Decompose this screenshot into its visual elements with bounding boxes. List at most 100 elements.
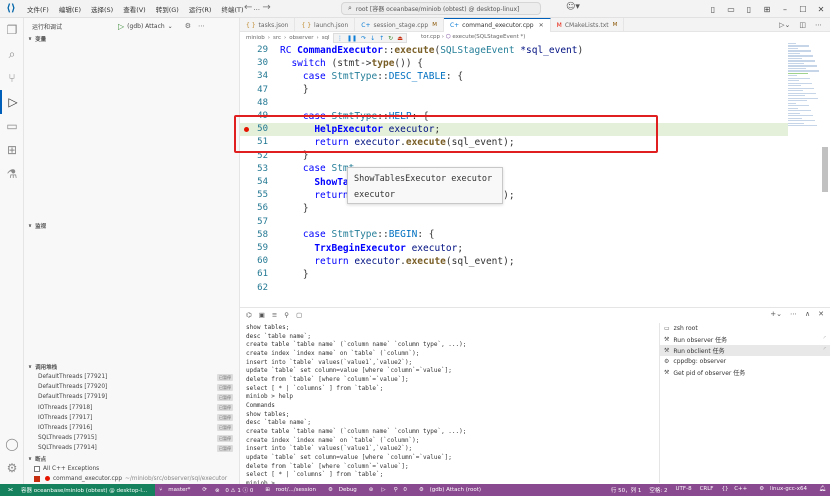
target-icon[interactable]: ⊛ <box>365 487 378 493</box>
branch-status[interactable]: ⑂ master* <box>155 487 198 493</box>
breadcrumb-item[interactable]: miniob <box>246 35 265 41</box>
close-icon[interactable]: ✕ <box>812 5 830 14</box>
code-line[interactable]: 62 <box>240 281 788 294</box>
step-over-icon[interactable]: ↷ <box>361 35 366 42</box>
command-center[interactable]: ⌕ root [容器 oceanbase/miniob (obtest) @ d… <box>341 2 541 15</box>
remote-explorer-icon[interactable]: ▭ <box>0 114 24 138</box>
thread-row[interactable]: SQLThreads [77915] 已暂停 <box>24 433 239 443</box>
debug-console-tab-icon[interactable]: ▣ <box>259 311 265 319</box>
open-launch-json-gear-icon[interactable]: ⚙ <box>185 22 191 30</box>
code-line[interactable]: 34 case StmtType::DESC_TABLE: { <box>240 70 788 83</box>
editor-scrollbar[interactable] <box>822 147 828 192</box>
section-watch[interactable]: ∨ 监视 <box>24 221 239 231</box>
code-line[interactable]: 48 <box>240 96 788 109</box>
manage-gear-icon[interactable]: ⚙ <box>0 456 24 480</box>
code-editor[interactable]: 29 RC CommandExecutor::execute(SQLStageEv… <box>240 43 830 307</box>
code-line[interactable]: 52 } <box>240 149 788 162</box>
code-line[interactable]: 30 switch (stmt->type()) { <box>240 57 788 70</box>
editor-tab[interactable]: C+ session_stage.cpp M <box>355 18 444 32</box>
testing-icon[interactable]: ⚗ <box>0 162 24 186</box>
chevron-down-icon[interactable]: ⌄ <box>168 23 173 30</box>
breakpoint-icon[interactable] <box>244 126 249 132</box>
more-actions-icon[interactable]: ⋯ <box>815 21 822 29</box>
checkbox[interactable] <box>34 465 40 472</box>
terminal-output[interactable]: show tables; desc `table name`; create t… <box>246 324 656 484</box>
back-arrow-icon[interactable]: ← <box>244 2 252 13</box>
account-icon[interactable]: ◯ <box>0 432 24 456</box>
layout-panel-icon[interactable]: ▭ <box>722 5 740 14</box>
debug-config-selector[interactable]: ▷ (gdb) Attach ⌄ <box>118 22 173 31</box>
extensions-icon[interactable]: ⊞ <box>0 138 24 162</box>
session-status[interactable]: ⊞ root/.../session <box>261 487 324 493</box>
thread-row[interactable]: DefaultThreads [77921] 已暂停 <box>24 372 239 382</box>
menu-item[interactable]: 文件(F) <box>22 4 54 14</box>
terminal-session[interactable]: ⚒ Get pid of observer 任务 <box>660 367 830 378</box>
code-line[interactable]: 55 return executor.execute(sql_event); <box>240 189 788 202</box>
code-line[interactable]: 54 ShowTab <box>240 176 788 189</box>
layout-secondary-icon[interactable]: ▯ <box>740 5 758 14</box>
code-line[interactable]: 53 case Stmt <box>240 162 788 175</box>
ports-status[interactable]: ⚲ 0 <box>390 487 415 493</box>
thread-row[interactable]: IOThreads [77917] 已暂停 <box>24 413 239 423</box>
eol[interactable]: CRLF <box>696 486 718 494</box>
pause-icon[interactable]: ❚❚ <box>347 35 357 42</box>
checkbox-checked[interactable] <box>34 475 40 482</box>
output-tab-icon[interactable]: ≡ <box>272 311 277 319</box>
editor-tab[interactable]: M CMakeLists.txt M <box>551 18 625 32</box>
copilot-icon[interactable]: ☺▾ <box>566 2 580 12</box>
breadcrumb-item[interactable]: observer <box>289 35 313 41</box>
layout-custom-icon[interactable]: ⊞ <box>758 5 776 14</box>
editor-tab[interactable]: C+ command_executor.cpp ✕ <box>443 18 551 32</box>
maximize-panel-icon[interactable]: ∧ <box>805 310 810 318</box>
explorer-icon[interactable]: ❐ <box>0 18 24 42</box>
thread-row[interactable]: IOThreads [77918] 已暂停 <box>24 403 239 413</box>
more-actions-icon[interactable]: ⋯ <box>198 22 205 30</box>
new-terminal-icon[interactable]: +⌄ <box>770 310 782 318</box>
code-line[interactable]: 56 } <box>240 202 788 215</box>
code-line[interactable]: 59 TrxBeginExecutor executor; <box>240 242 788 255</box>
code-line[interactable]: 29 RC CommandExecutor::execute(SQLStageEv… <box>240 44 788 57</box>
ports-tab-icon[interactable]: ⚲ <box>284 311 289 319</box>
code-line[interactable]: 49 case StmtType::HELP: { <box>240 110 788 123</box>
platform[interactable]: ⚙ linux-gcc-x64 <box>755 486 815 494</box>
terminal-tab-icon[interactable]: ⌬ <box>246 311 252 319</box>
menu-item[interactable]: 运行(R) <box>184 4 217 14</box>
close-panel-icon[interactable]: ✕ <box>818 310 824 318</box>
remote-indicator[interactable]: ⫘ 容器 oceanbase/miniob (obtest) @ desktop… <box>0 484 156 496</box>
source-control-icon[interactable]: ⑂ <box>0 66 24 90</box>
breadcrumb-item[interactable]: sql <box>322 35 330 41</box>
drag-handle-icon[interactable]: ⋮ <box>337 35 343 42</box>
code-line[interactable]: 58 case StmtType::BEGIN: { <box>240 228 788 241</box>
debug-status[interactable]: ⚙ Debug <box>324 487 365 493</box>
disconnect-icon[interactable]: ⏏ <box>397 35 403 42</box>
thread-row[interactable]: SQLThreads [77914] 已暂停 <box>24 443 239 453</box>
code-line[interactable]: 61 } <box>240 268 788 281</box>
split-editor-icon[interactable]: ◫ <box>799 21 806 29</box>
menu-item[interactable]: 选择(S) <box>86 4 118 14</box>
sync-icon[interactable]: ⟳ <box>198 487 211 493</box>
restart-icon[interactable]: ↻ <box>388 35 393 42</box>
terminal-session[interactable]: ⚒ Run observer 任务 ◜ <box>660 334 830 345</box>
run-file-icon[interactable]: ▷⌄ <box>779 21 790 29</box>
problems-status[interactable]: ⊗ 0 ⚠ 1 ⓘ 0 <box>211 486 261 494</box>
start-debug-icon[interactable]: ▷ <box>118 22 124 31</box>
code-line[interactable]: 51 return executor.execute(sql_event); <box>240 136 788 149</box>
code-line[interactable]: 57 <box>240 215 788 228</box>
close-tab-icon[interactable]: ✕ <box>539 22 544 29</box>
code-line[interactable]: 60 return executor.execute(sql_event); <box>240 255 788 268</box>
debug-config-name[interactable]: (gdb) Attach <box>127 23 165 30</box>
breakpoint-file[interactable]: command_executor.cpp ~/miniob/src/observ… <box>24 474 239 484</box>
breakpoint-all-exceptions[interactable]: All C++ Exceptions <box>24 464 239 474</box>
thread-row[interactable]: DefaultThreads [77919] 已暂停 <box>24 392 239 402</box>
section-call-stack[interactable]: ∨ 调用堆栈 <box>24 362 239 372</box>
code-line[interactable]: 50 HelpExecutor executor; <box>240 122 788 136</box>
terminal-session[interactable]: ⚒ Run obclient 任务 ◜ <box>660 345 830 356</box>
encoding[interactable]: UTF-8 <box>672 486 696 494</box>
editor-tab[interactable]: { } launch.json <box>295 18 356 32</box>
step-into-icon[interactable]: ↓ <box>370 35 375 42</box>
language-mode[interactable]: {} C++ <box>717 486 755 494</box>
run-icon[interactable]: ▷ <box>377 487 389 493</box>
run-debug-icon[interactable]: ▷ <box>0 90 24 114</box>
layout-sidebar-icon[interactable]: ▯ <box>704 5 722 14</box>
menu-item[interactable]: 编辑(E) <box>54 4 86 14</box>
